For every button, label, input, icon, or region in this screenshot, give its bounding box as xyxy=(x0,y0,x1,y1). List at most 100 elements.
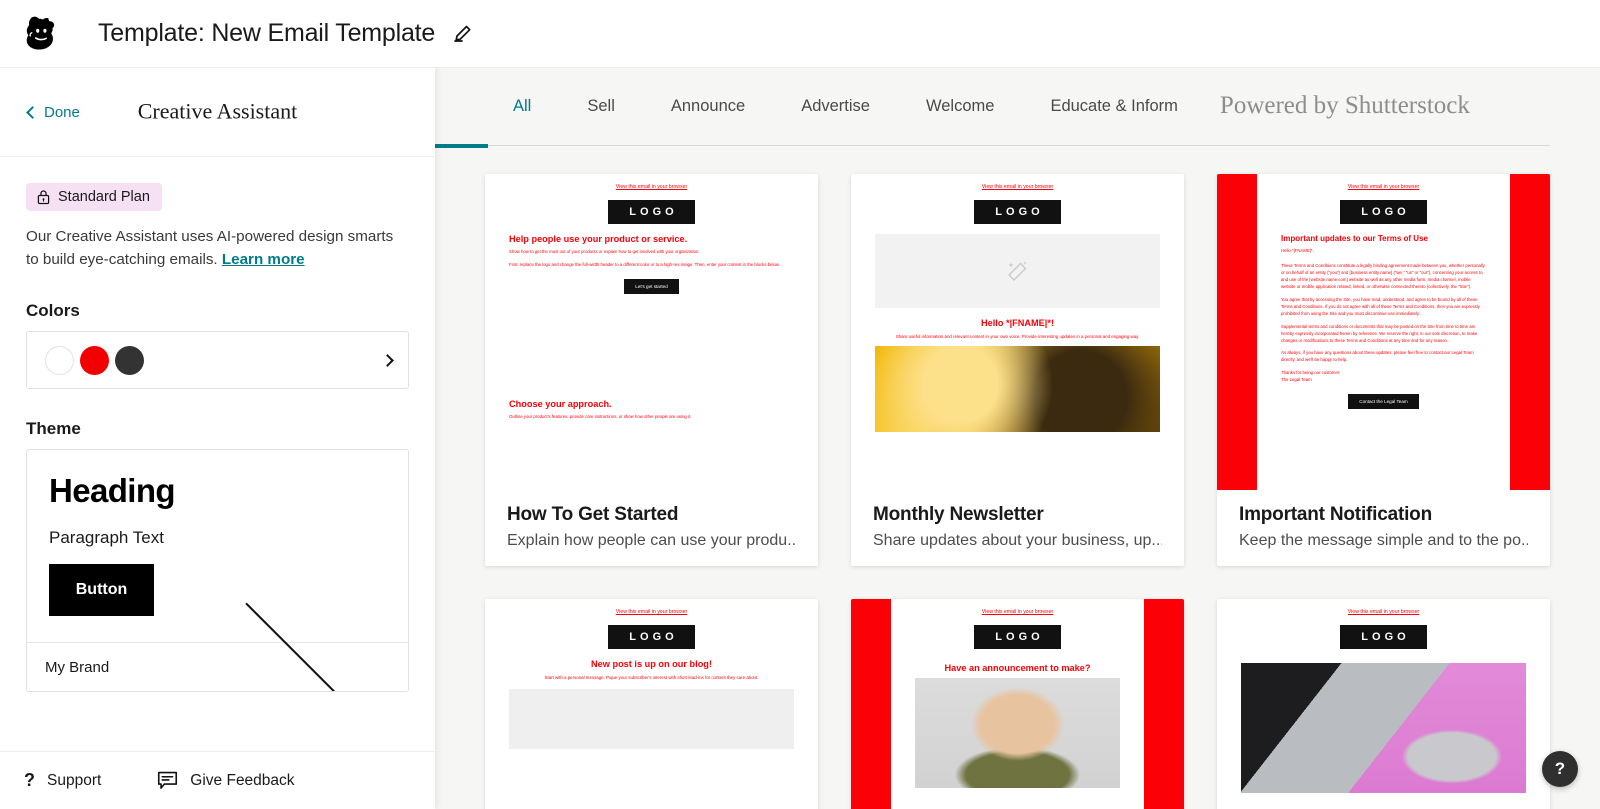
category-tabs: All Sell Announce Advertise Welcome Educ… xyxy=(485,68,1550,145)
email-body-2: You agree that by accessing the Site, yo… xyxy=(1281,296,1480,316)
template-preview: View this email in your browser LOGO New… xyxy=(485,599,818,809)
tab-sell[interactable]: Sell xyxy=(559,97,643,116)
tab-advertise[interactable]: Advertise xyxy=(773,97,898,116)
theme-heading-sample: Heading xyxy=(49,472,176,509)
sidebar-content: Standard Plan Our Creative Assistant use… xyxy=(0,157,435,751)
top-bar: Template: New Email Template xyxy=(0,0,1600,68)
tab-educate-inform[interactable]: Educate & Inform xyxy=(1022,97,1205,116)
give-feedback-button[interactable]: Give Feedback xyxy=(157,771,295,790)
color-swatch-charcoal[interactable] xyxy=(115,345,144,375)
support-button[interactable]: ? Support xyxy=(24,770,101,791)
body-split: Done Creative Assistant Standard Plan Ou… xyxy=(0,68,1600,809)
email-photo-gold xyxy=(875,346,1160,433)
sidebar-footer: ? Support Give Feedback xyxy=(0,751,435,809)
template-card-meta: Monthly Newsletter Share updates about y… xyxy=(851,490,1184,550)
theme-button-sample[interactable]: Button xyxy=(49,564,154,616)
speech-bubble-icon xyxy=(158,771,178,789)
template-preview: View this email in your browser LOGO Imp… xyxy=(1217,174,1550,490)
colors-picker-row[interactable] xyxy=(26,331,409,389)
support-label: Support xyxy=(47,771,102,789)
assistant-description: Our Creative Assistant uses AI-powered d… xyxy=(26,226,409,271)
email-side-band-right xyxy=(1510,174,1550,490)
template-card[interactable]: View this email in your browser LOGO New… xyxy=(485,599,818,809)
email-cta-button: Let's get started xyxy=(624,278,679,294)
view-in-browser-link: View this email in your browser xyxy=(1347,184,1420,190)
view-in-browser-link: View this email in your browser xyxy=(981,609,1054,615)
theme-section-label: Theme xyxy=(26,419,81,438)
template-preview: View this email in your browser LOGO xyxy=(851,174,1184,490)
template-card[interactable]: View this email in your browser LOGO Hav… xyxy=(851,599,1184,809)
template-card-title: How To Get Started xyxy=(507,504,679,525)
category-tabs-wrap: All Sell Announce Advertise Welcome Educ… xyxy=(435,68,1600,148)
creative-assistant-sidebar: Done Creative Assistant Standard Plan Ou… xyxy=(0,68,435,809)
template-preview: View this email in your browser LOGO xyxy=(1217,599,1550,809)
done-button[interactable]: Done xyxy=(26,103,80,121)
active-tab-underline xyxy=(435,144,488,148)
email-photo-cart xyxy=(1241,663,1526,793)
template-card-subtitle: Share updates about your business, up... xyxy=(873,532,1162,549)
email-mock: View this email in your browser LOGO New… xyxy=(485,599,818,809)
email-cta-button: Contact the Legal Team xyxy=(1348,394,1419,410)
email-mock: View this email in your browser LOGO xyxy=(1217,599,1550,809)
email-logo-block: LOGO xyxy=(1340,200,1427,224)
email-signoff-2: The Legal Team xyxy=(1281,377,1312,383)
page-title: Template: New Email Template xyxy=(98,19,436,47)
email-mock-body: View this email in your browser LOGO xyxy=(851,174,1184,490)
tabs-divider xyxy=(435,144,1550,148)
email-mock-body: View this email in your browser LOGO xyxy=(1217,599,1550,809)
email-side-band-right xyxy=(1144,599,1184,809)
theme-paragraph-sample: Paragraph Text xyxy=(49,528,164,547)
template-card-subtitle: Keep the message simple and to the po... xyxy=(1239,532,1528,549)
template-card[interactable]: View this email in your browser LOGO Imp… xyxy=(1217,174,1550,566)
theme-preview-card: Heading Paragraph Text Button My Brand xyxy=(26,449,409,692)
template-card[interactable]: View this email in your browser LOGO xyxy=(851,174,1184,566)
email-mock: View this email in your browser LOGO xyxy=(851,174,1184,490)
email-heading: Help people use your product or service. xyxy=(509,234,688,244)
sidebar-title: Creative Assistant xyxy=(137,98,298,124)
template-card[interactable]: View this email in your browser LOGO Hel… xyxy=(485,174,818,566)
template-card-meta: How To Get Started Explain how people ca… xyxy=(485,490,818,550)
tab-welcome[interactable]: Welcome xyxy=(898,97,1022,116)
color-swatch-white[interactable] xyxy=(45,345,74,375)
template-card-title: Important Notification xyxy=(1239,504,1432,525)
email-heading-2: Choose your approach. xyxy=(509,398,612,409)
tab-announce[interactable]: Announce xyxy=(643,97,773,116)
email-logo-block: LOGO xyxy=(974,625,1061,649)
theme-preview-body: Heading Paragraph Text Button xyxy=(27,450,408,642)
template-card[interactable]: View this email in your browser LOGO xyxy=(1217,599,1550,809)
email-mock: View this email in your browser LOGO Imp… xyxy=(1217,174,1550,490)
email-body-2: First, replace the logo and change the f… xyxy=(509,261,780,267)
email-body-4: As always, if you have any questions abo… xyxy=(1281,350,1474,363)
view-in-browser-link: View this email in your browser xyxy=(1347,609,1420,615)
color-swatch-red[interactable] xyxy=(80,345,109,375)
email-logo-block: LOGO xyxy=(608,200,695,224)
email-body-3: Supplemental terms and conditions or doc… xyxy=(1281,323,1478,343)
template-grid: View this email in your browser LOGO Hel… xyxy=(435,146,1600,809)
view-in-browser-link: View this email in your browser xyxy=(615,609,688,615)
template-preview: View this email in your browser LOGO Hel… xyxy=(485,174,818,490)
question-mark-icon: ? xyxy=(24,770,35,790)
email-heading: Have an announcement to make? xyxy=(944,663,1091,673)
my-brand-row[interactable]: My Brand xyxy=(27,602,408,691)
learn-more-link[interactable]: Learn more xyxy=(222,251,305,268)
help-floating-button[interactable]: ? xyxy=(1542,751,1578,787)
email-image-placeholder xyxy=(509,689,794,750)
mailchimp-freddie-logo[interactable] xyxy=(20,13,62,55)
colors-section-label: Colors xyxy=(26,301,80,320)
powered-by-shutterstock: Powered by Shutterstock xyxy=(1219,91,1470,119)
email-logo-block: LOGO xyxy=(974,200,1061,224)
magic-wand-icon xyxy=(1007,261,1027,281)
email-body-1: Show how to get the most out of your pro… xyxy=(509,249,700,254)
assistant-description-text: Our Creative Assistant uses AI-powered d… xyxy=(26,228,394,268)
email-mock-body: View this email in your browser LOGO Imp… xyxy=(1257,174,1510,490)
email-photo-desk xyxy=(509,306,794,392)
email-heading: Important updates to our Terms of Use xyxy=(1281,234,1428,243)
chevron-right-icon xyxy=(381,353,394,367)
done-label: Done xyxy=(44,103,80,121)
pencil-icon[interactable] xyxy=(451,22,475,46)
tab-all[interactable]: All xyxy=(485,97,559,116)
email-image-placeholder xyxy=(875,234,1160,308)
email-mock-body: View this email in your browser LOGO Hel… xyxy=(485,174,818,490)
email-mock: View this email in your browser LOGO Hel… xyxy=(485,174,818,490)
email-body-1: Start with a personal message. Pique you… xyxy=(544,675,759,680)
